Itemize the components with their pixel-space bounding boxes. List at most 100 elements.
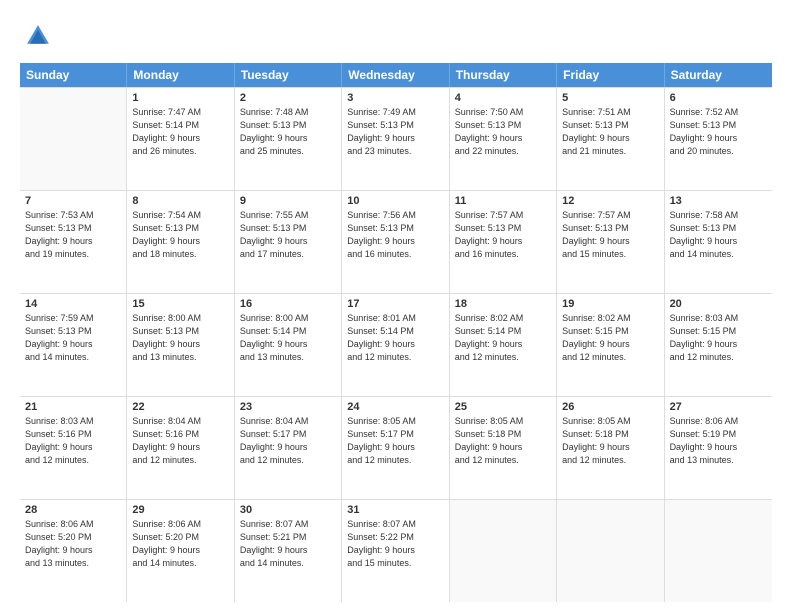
day-number: 7: [25, 195, 121, 207]
day-cell-27: 27 Sunrise: 8:06 AM Sunset: 5:19 PM Dayli…: [665, 397, 772, 499]
day-cell-17: 17Sunrise: 8:01 AM Sunset: 5:14 PM Dayli…: [342, 294, 449, 396]
day-cell-14: 14 Sunrise: 7:59 AM Sunset: 5:13 PM Dayli…: [20, 294, 127, 396]
day-info: Sunrise: 8:07 AM Sunset: 5:21 PM Dayligh…: [240, 518, 336, 570]
day-cell-10: 10 Sunrise: 7:56 AM Sunset: 5:13 PM Dayli…: [342, 191, 449, 293]
day-number: 11: [455, 195, 551, 207]
day-info: Sunrise: 8:06 AM Sunset: 5:20 PM Dayligh…: [132, 518, 228, 570]
day-number: 1: [132, 92, 228, 104]
day-cell-24: 24 Sunrise: 8:05 AM Sunset: 5:17 PM Dayli…: [342, 397, 449, 499]
day-number: 14: [25, 298, 121, 310]
weekday-header-sunday: Sunday: [20, 63, 127, 87]
day-cell-9: 9 Sunrise: 7:55 AM Sunset: 5:13 PM Daylig…: [235, 191, 342, 293]
day-info: Sunrise: 7:54 AM Sunset: 5:13 PM Dayligh…: [132, 209, 228, 261]
weekday-header-saturday: Saturday: [665, 63, 772, 87]
day-cell-13: 13 Sunrise: 7:58 AM Sunset: 5:13 PM Dayli…: [665, 191, 772, 293]
day-info: Sunrise: 8:05 AM Sunset: 5:17 PM Dayligh…: [347, 415, 443, 467]
day-number: 16: [240, 298, 336, 310]
day-info: Sunrise: 8:04 AM Sunset: 5:16 PM Dayligh…: [132, 415, 228, 467]
day-cell-16: 16 Sunrise: 8:00 AM Sunset: 5:14 PM Dayli…: [235, 294, 342, 396]
day-number: 20: [670, 298, 767, 310]
day-info: Sunrise: 7:57 AM Sunset: 5:13 PM Dayligh…: [455, 209, 551, 261]
day-number: 19: [562, 298, 658, 310]
day-cell-empty-4-6: [665, 500, 772, 602]
day-cell-5: 5 Sunrise: 7:51 AM Sunset: 5:13 PM Daylig…: [557, 88, 664, 190]
day-number: 13: [670, 195, 767, 207]
day-number: 31: [347, 504, 443, 516]
day-cell-empty-4-4: [450, 500, 557, 602]
day-cell-6: 6 Sunrise: 7:52 AM Sunset: 5:13 PM Daylig…: [665, 88, 772, 190]
day-cell-31: 31 Sunrise: 8:07 AM Sunset: 5:22 PM Dayli…: [342, 500, 449, 602]
calendar: SundayMondayTuesdayWednesdayThursdayFrid…: [20, 63, 772, 602]
calendar-row-1: 7 Sunrise: 7:53 AM Sunset: 5:13 PM Daylig…: [20, 191, 772, 294]
day-number: 10: [347, 195, 443, 207]
weekday-header-thursday: Thursday: [450, 63, 557, 87]
day-cell-30: 30 Sunrise: 8:07 AM Sunset: 5:21 PM Dayli…: [235, 500, 342, 602]
calendar-row-3: 21Sunrise: 8:03 AM Sunset: 5:16 PM Dayli…: [20, 397, 772, 500]
day-info: Sunrise: 8:06 AM Sunset: 5:19 PM Dayligh…: [670, 415, 767, 467]
calendar-body: 1 Sunrise: 7:47 AM Sunset: 5:14 PM Daylig…: [20, 87, 772, 602]
day-cell-11: 11 Sunrise: 7:57 AM Sunset: 5:13 PM Dayli…: [450, 191, 557, 293]
day-number: 27: [670, 401, 767, 413]
day-cell-15: 15 Sunrise: 8:00 AM Sunset: 5:13 PM Dayli…: [127, 294, 234, 396]
weekday-header-monday: Monday: [127, 63, 234, 87]
day-info: Sunrise: 7:52 AM Sunset: 5:13 PM Dayligh…: [670, 106, 767, 158]
day-number: 22: [132, 401, 228, 413]
day-info: Sunrise: 7:56 AM Sunset: 5:13 PM Dayligh…: [347, 209, 443, 261]
day-number: 28: [25, 504, 121, 516]
day-info: Sunrise: 7:53 AM Sunset: 5:13 PM Dayligh…: [25, 209, 121, 261]
day-number: 18: [455, 298, 551, 310]
day-cell-18: 18 Sunrise: 8:02 AM Sunset: 5:14 PM Dayli…: [450, 294, 557, 396]
logo-icon: [24, 22, 52, 50]
weekday-header-tuesday: Tuesday: [235, 63, 342, 87]
day-info: Sunrise: 7:47 AM Sunset: 5:14 PM Dayligh…: [132, 106, 228, 158]
day-info: Sunrise: 7:55 AM Sunset: 5:13 PM Dayligh…: [240, 209, 336, 261]
day-info: Sunrise: 7:48 AM Sunset: 5:13 PM Dayligh…: [240, 106, 336, 158]
day-info: Sunrise: 8:02 AM Sunset: 5:15 PM Dayligh…: [562, 312, 658, 364]
day-number: 15: [132, 298, 228, 310]
day-cell-29: 29Sunrise: 8:06 AM Sunset: 5:20 PM Dayli…: [127, 500, 234, 602]
day-number: 26: [562, 401, 658, 413]
day-info: Sunrise: 8:00 AM Sunset: 5:14 PM Dayligh…: [240, 312, 336, 364]
header: [20, 16, 772, 55]
day-info: Sunrise: 7:59 AM Sunset: 5:13 PM Dayligh…: [25, 312, 121, 364]
day-number: 9: [240, 195, 336, 207]
day-cell-empty-4-5: [557, 500, 664, 602]
day-info: Sunrise: 8:02 AM Sunset: 5:14 PM Dayligh…: [455, 312, 551, 364]
day-info: Sunrise: 7:57 AM Sunset: 5:13 PM Dayligh…: [562, 209, 658, 261]
day-number: 30: [240, 504, 336, 516]
day-info: Sunrise: 8:01 AM Sunset: 5:14 PM Dayligh…: [347, 312, 443, 364]
day-info: Sunrise: 8:06 AM Sunset: 5:20 PM Dayligh…: [25, 518, 121, 570]
day-info: Sunrise: 7:49 AM Sunset: 5:13 PM Dayligh…: [347, 106, 443, 158]
day-cell-22: 22 Sunrise: 8:04 AM Sunset: 5:16 PM Dayli…: [127, 397, 234, 499]
day-cell-4: 4Sunrise: 7:50 AM Sunset: 5:13 PM Daylig…: [450, 88, 557, 190]
day-cell-1: 1 Sunrise: 7:47 AM Sunset: 5:14 PM Daylig…: [127, 88, 234, 190]
day-cell-3: 3 Sunrise: 7:49 AM Sunset: 5:13 PM Daylig…: [342, 88, 449, 190]
day-info: Sunrise: 7:51 AM Sunset: 5:13 PM Dayligh…: [562, 106, 658, 158]
day-cell-26: 26 Sunrise: 8:05 AM Sunset: 5:18 PM Dayli…: [557, 397, 664, 499]
day-number: 8: [132, 195, 228, 207]
day-info: Sunrise: 8:00 AM Sunset: 5:13 PM Dayligh…: [132, 312, 228, 364]
calendar-row-0: 1 Sunrise: 7:47 AM Sunset: 5:14 PM Daylig…: [20, 88, 772, 191]
day-number: 6: [670, 92, 767, 104]
day-info: Sunrise: 8:05 AM Sunset: 5:18 PM Dayligh…: [562, 415, 658, 467]
logo: [20, 20, 52, 55]
day-number: 5: [562, 92, 658, 104]
day-cell-21: 21Sunrise: 8:03 AM Sunset: 5:16 PM Dayli…: [20, 397, 127, 499]
day-cell-2: 2 Sunrise: 7:48 AM Sunset: 5:13 PM Daylig…: [235, 88, 342, 190]
day-number: 2: [240, 92, 336, 104]
day-cell-7: 7 Sunrise: 7:53 AM Sunset: 5:13 PM Daylig…: [20, 191, 127, 293]
day-info: Sunrise: 8:03 AM Sunset: 5:15 PM Dayligh…: [670, 312, 767, 364]
day-info: Sunrise: 8:05 AM Sunset: 5:18 PM Dayligh…: [455, 415, 551, 467]
calendar-header: SundayMondayTuesdayWednesdayThursdayFrid…: [20, 63, 772, 87]
day-info: Sunrise: 8:07 AM Sunset: 5:22 PM Dayligh…: [347, 518, 443, 570]
day-info: Sunrise: 8:03 AM Sunset: 5:16 PM Dayligh…: [25, 415, 121, 467]
day-info: Sunrise: 7:58 AM Sunset: 5:13 PM Dayligh…: [670, 209, 767, 261]
weekday-header-wednesday: Wednesday: [342, 63, 449, 87]
day-cell-8: 8 Sunrise: 7:54 AM Sunset: 5:13 PM Daylig…: [127, 191, 234, 293]
day-cell-12: 12Sunrise: 7:57 AM Sunset: 5:13 PM Dayli…: [557, 191, 664, 293]
day-number: 3: [347, 92, 443, 104]
day-cell-19: 19 Sunrise: 8:02 AM Sunset: 5:15 PM Dayli…: [557, 294, 664, 396]
page: SundayMondayTuesdayWednesdayThursdayFrid…: [0, 0, 792, 612]
day-cell-empty-0-0: [20, 88, 127, 190]
day-number: 24: [347, 401, 443, 413]
